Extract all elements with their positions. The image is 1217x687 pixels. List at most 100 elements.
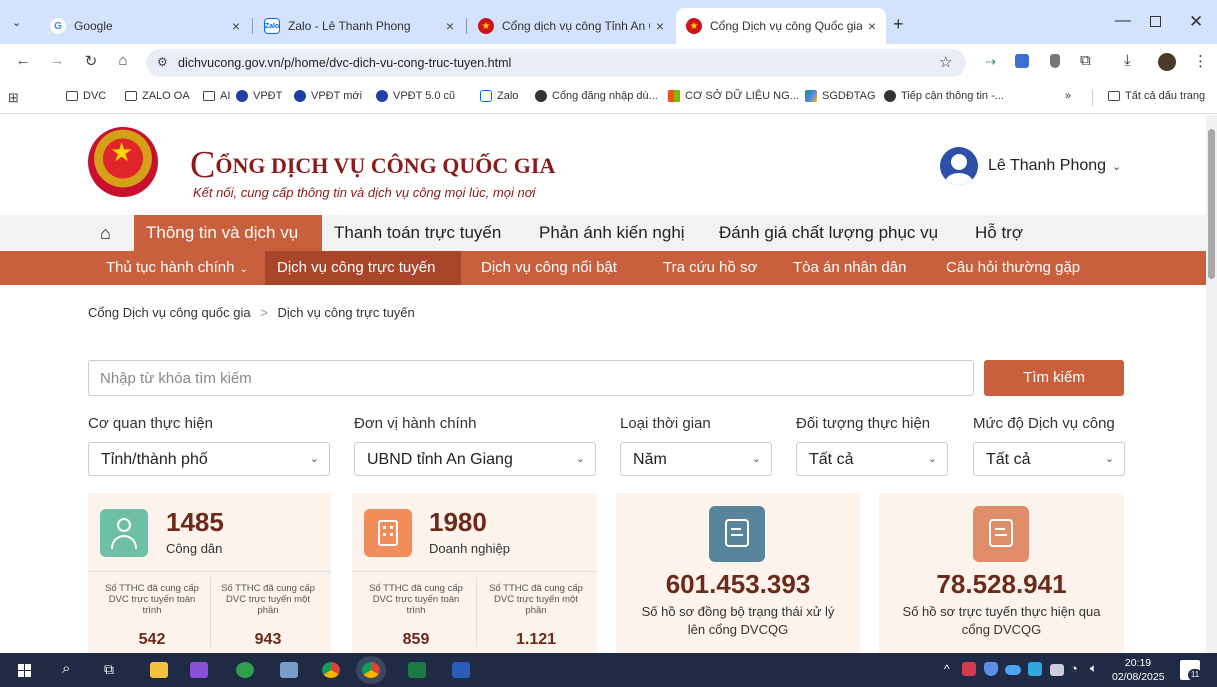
extension-icon[interactable] <box>1050 54 1060 68</box>
filter-agency-select[interactable]: Tỉnh/thành phố ⌄ <box>88 442 330 476</box>
hs-app-icon[interactable] <box>236 662 254 678</box>
tab-label: Cổng dịch vụ công Tỉnh An Giang <box>502 19 650 33</box>
breadcrumb-home[interactable]: Cổng Dịch vụ công quốc gia <box>88 305 251 320</box>
profile-avatar[interactable] <box>1158 53 1176 71</box>
snipping-tool-icon[interactable] <box>280 662 298 678</box>
national-emblem-logo[interactable]: ★ <box>88 127 158 197</box>
tab-dvc-angiang[interactable]: ★ Cổng dịch vụ công Tỉnh An Giang × <box>468 8 674 44</box>
synced-records-label: Số hồ sơ đồng bộ trạng thái xử lý lên cổ… <box>641 604 835 637</box>
notification-center-icon[interactable]: 11 <box>1180 660 1202 681</box>
visual-studio-icon[interactable] <box>190 662 208 678</box>
close-icon[interactable]: × <box>868 18 876 34</box>
star-icon[interactable]: ☆ <box>939 53 952 71</box>
new-tab-button[interactable]: + <box>893 14 904 35</box>
sub-menu-item-court[interactable]: Tòa án nhân dân <box>793 259 906 276</box>
tab-google[interactable]: G Google × <box>40 8 250 44</box>
site-info-icon[interactable]: ⚙ <box>157 55 168 69</box>
filter-subject-select[interactable]: Tất cả ⌄ <box>796 442 948 476</box>
bookmark-vpdt-50[interactable]: VPĐT 5.0 cũ <box>376 90 455 102</box>
sub-menu-item-faq[interactable]: Câu hỏi thường gặp <box>946 259 1080 276</box>
close-icon[interactable]: × <box>232 18 240 34</box>
file-explorer-icon[interactable] <box>150 662 168 678</box>
filter-admin-unit-select[interactable]: UBND tỉnh An Giang ⌄ <box>354 442 596 476</box>
task-view-icon[interactable]: ⧉ <box>104 661 114 678</box>
clock[interactable]: 20:19 02/08/2025 <box>1112 656 1165 684</box>
search-input[interactable]: Nhập từ khóa tìm kiếm <box>88 360 974 396</box>
extension-icon[interactable] <box>1015 54 1029 68</box>
home-icon[interactable]: ⌂ <box>100 223 111 244</box>
apps-icon[interactable]: ⊞ <box>8 90 19 106</box>
business-count: 1980 <box>429 507 487 537</box>
bookmark-zalo[interactable]: Zalo <box>480 90 518 102</box>
filter-time-type-select[interactable]: Năm ⌄ <box>620 442 772 476</box>
bookmark-tiep-can[interactable]: Tiếp cận thông tin -... <box>884 90 1004 102</box>
filter-service-level-select[interactable]: Tất cả ⌄ <box>973 442 1125 476</box>
bookmark-zalo-oa[interactable]: ZALO OA <box>125 90 190 102</box>
main-menu-item-payment[interactable]: Thanh toán trực tuyến <box>334 223 501 243</box>
user-menu[interactable]: Lê Thanh Phong ⌄ <box>940 147 1121 185</box>
scrollbar-thumb[interactable] <box>1208 129 1215 279</box>
business-label: Doanh nghiệp <box>429 541 510 556</box>
filter-label-agency: Cơ quan thực hiện <box>88 415 213 432</box>
bookmark-ai[interactable]: AI <box>203 90 230 102</box>
wifi-icon[interactable]: ◔ <box>1070 661 1078 676</box>
tray-expand-icon[interactable]: ^ <box>944 662 950 676</box>
site-title[interactable]: CỔNG DỊCH VỤ CÔNG QUỐC GIA <box>190 143 555 187</box>
chrome-active-icon[interactable] <box>362 662 380 678</box>
chevron-down-icon: ⌄ <box>927 453 937 465</box>
download-icon[interactable]: ⤓ <box>1124 52 1131 69</box>
bookmark-csdl[interactable]: CƠ SỞ DỮ LIỆU NG... <box>668 90 799 102</box>
bookmark-vpdt-moi[interactable]: VPĐT mới <box>294 90 362 102</box>
page-scrollbar[interactable] <box>1206 115 1217 653</box>
volume-icon[interactable]: 🔈︎ <box>1090 661 1097 676</box>
close-icon[interactable]: × <box>446 18 454 34</box>
tab-search-icon[interactable]: ⌄ <box>12 16 21 29</box>
close-window-icon[interactable]: ✕ <box>1189 12 1203 32</box>
extension-icon[interactable]: ⇢ <box>985 54 996 70</box>
tab-label: Zalo - Lê Thanh Phong <box>288 19 411 33</box>
address-bar[interactable]: ⚙ dichvucong.gov.vn/p/home/dvc-dich-vu-c… <box>146 49 966 77</box>
sub-menu-item-lookup[interactable]: Tra cứu hồ sơ <box>663 259 757 276</box>
bookmarks-overflow-button[interactable]: » <box>1065 90 1071 102</box>
windows-start-icon[interactable] <box>18 664 31 677</box>
document-icon <box>973 506 1029 562</box>
sub-menu-item-procedures[interactable]: Thủ tục hành chính ⌄ <box>106 259 248 276</box>
stat-card-citizen: 1485 Công dân Số TTHC đã cung cấp DVC tr… <box>88 493 331 653</box>
bookmarks-bar: ⊞ DVC ZALO OA AI VPĐT VPĐT mới VPĐT 5.0 … <box>0 82 1217 114</box>
reload-icon[interactable]: ↻ <box>80 52 102 70</box>
search-button[interactable]: Tìm kiếm <box>984 360 1124 396</box>
home-icon[interactable]: ⌂ <box>112 52 134 69</box>
forward-icon[interactable]: → <box>46 52 68 69</box>
citizen-full-online-value: 542 <box>138 631 166 648</box>
citizen-partial-online-value: 943 <box>254 631 282 648</box>
main-menu-item-support[interactable]: Hỗ trợ <box>975 223 1023 243</box>
excel-icon[interactable] <box>408 662 426 678</box>
bookmark-dvc[interactable]: DVC <box>66 90 106 102</box>
main-menu-item-feedback[interactable]: Phản ánh kiến nghị <box>539 223 685 243</box>
bookmark-vpdt[interactable]: VPĐT <box>236 90 282 102</box>
all-bookmarks-button[interactable]: Tất cả dấu trang <box>1108 90 1205 102</box>
restore-icon[interactable] <box>1150 16 1161 27</box>
sub-menu-item-online[interactable]: Dịch vụ công trực tuyến <box>277 259 435 276</box>
chrome-icon[interactable] <box>322 662 340 678</box>
bookmark-cong-dang-nhap[interactable]: Cổng đăng nhập dù... <box>535 90 658 102</box>
tray-app-icon[interactable] <box>1028 662 1042 676</box>
close-icon[interactable]: × <box>656 18 664 34</box>
tray-app-icon[interactable] <box>962 662 976 676</box>
menu-icon[interactable]: ⋮ <box>1193 52 1208 70</box>
tab-dvc-quocgia[interactable]: ★ Cổng Dịch vụ công Quốc gia × <box>676 8 886 44</box>
word-icon[interactable] <box>452 662 470 678</box>
sub-menu-item-featured[interactable]: Dịch vụ công nổi bật <box>481 259 617 276</box>
main-menu-item-rating[interactable]: Đánh giá chất lượng phục vụ <box>719 223 938 243</box>
tab-zalo[interactable]: Zalo Zalo - Lê Thanh Phong × <box>254 8 464 44</box>
extensions-puzzle-icon[interactable]: ⧉ <box>1080 52 1091 69</box>
stat-card-online: 78.528.941 Số hồ sơ trực tuyến thực hiện… <box>879 493 1124 653</box>
bookmark-sgddtag[interactable]: SGDĐTAG <box>805 90 876 102</box>
back-icon[interactable]: ← <box>12 52 34 69</box>
clock-time: 20:19 <box>1124 657 1152 669</box>
search-icon[interactable]: ⌕ <box>62 660 70 677</box>
tray-shield-icon[interactable] <box>984 662 998 676</box>
onedrive-icon[interactable] <box>1005 665 1021 675</box>
network-icon[interactable] <box>1050 664 1064 676</box>
minimize-icon[interactable]: — <box>1115 12 1131 30</box>
